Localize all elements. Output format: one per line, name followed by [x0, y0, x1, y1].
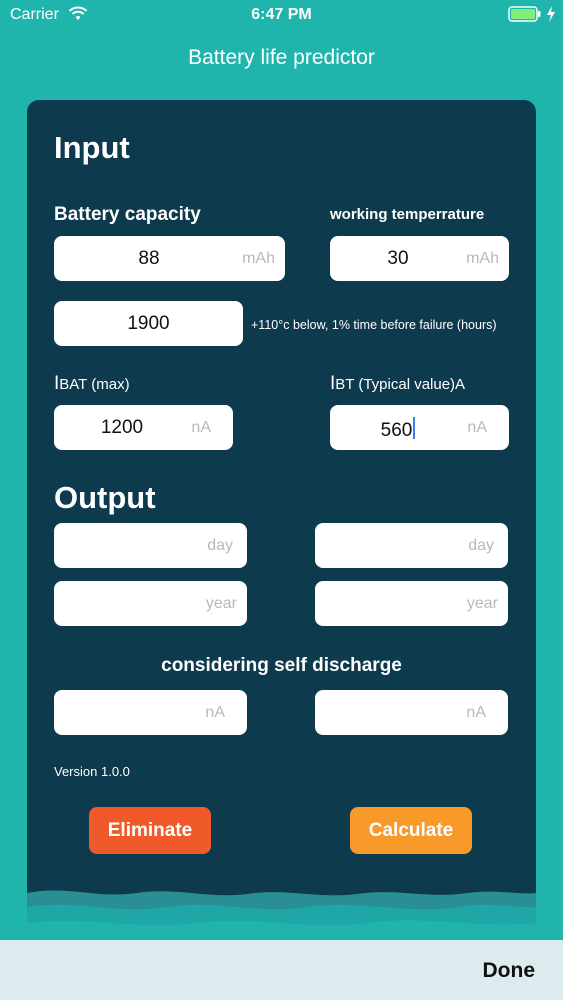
- hours-note: +110°c below, 1% time before failure (ho…: [251, 318, 497, 332]
- temperature-unit: mAh: [466, 250, 499, 267]
- self-discharge-left[interactable]: nA: [54, 690, 247, 735]
- ibt-value: 560: [380, 420, 413, 441]
- temperature-value: 30: [387, 248, 409, 269]
- year-unit-right: year: [466, 595, 498, 612]
- battery-capacity-input[interactable]: 88 mAh: [54, 236, 285, 281]
- day-unit-right: day: [468, 537, 494, 554]
- ibt-label: IBT (Typical value)A: [330, 373, 466, 394]
- eliminate-button[interactable]: Eliminate: [89, 807, 211, 854]
- status-time: 6:47 PM: [251, 6, 312, 23]
- calculate-button[interactable]: Calculate: [350, 807, 472, 854]
- day-unit-left: day: [207, 537, 233, 554]
- battery-capacity-label: Battery capacity: [54, 204, 201, 225]
- ibat-label: IBAT (max): [54, 373, 130, 394]
- output-year-left[interactable]: year: [54, 581, 247, 626]
- output-heading: Output: [54, 480, 156, 515]
- text-cursor: [413, 417, 416, 439]
- temperature-input[interactable]: 30 mAh: [330, 236, 509, 281]
- input-heading: Input: [54, 130, 130, 165]
- ibt-unit: nA: [467, 419, 487, 436]
- na-unit-right: nA: [466, 704, 486, 721]
- output-year-right[interactable]: year: [315, 581, 508, 626]
- self-discharge-right[interactable]: nA: [315, 690, 508, 735]
- output-day-left[interactable]: day: [54, 523, 247, 568]
- year-unit-left: year: [205, 595, 237, 612]
- hours-value: 1900: [127, 313, 170, 334]
- status-bar: Carrier 6:47 PM: [0, 0, 563, 30]
- done-button[interactable]: Done: [483, 959, 536, 983]
- wave-decoration: [27, 890, 536, 945]
- self-discharge-label: considering self discharge: [161, 655, 402, 676]
- battery-icon: [508, 6, 541, 22]
- working-temperature-label: working temperrature: [330, 206, 485, 223]
- keyboard-toolbar: Done: [0, 940, 563, 1000]
- ibt-input[interactable]: 560 nA: [330, 405, 509, 450]
- app-title: Battery life predictor: [188, 46, 375, 69]
- battery-capacity-value: 88: [138, 248, 160, 269]
- ibat-unit: nA: [191, 419, 211, 436]
- output-day-right[interactable]: day: [315, 523, 508, 568]
- hours-input[interactable]: 1900: [54, 301, 243, 346]
- capacity-unit: mAh: [242, 250, 275, 267]
- ibat-value: 1200: [100, 417, 144, 438]
- na-unit-left: nA: [205, 704, 225, 721]
- ibat-input[interactable]: 1200 nA: [54, 405, 233, 450]
- main-card: Input Battery capacity working temperrat…: [27, 100, 536, 945]
- version-label: Version 1.0.0: [54, 764, 130, 779]
- charging-icon: [547, 6, 555, 22]
